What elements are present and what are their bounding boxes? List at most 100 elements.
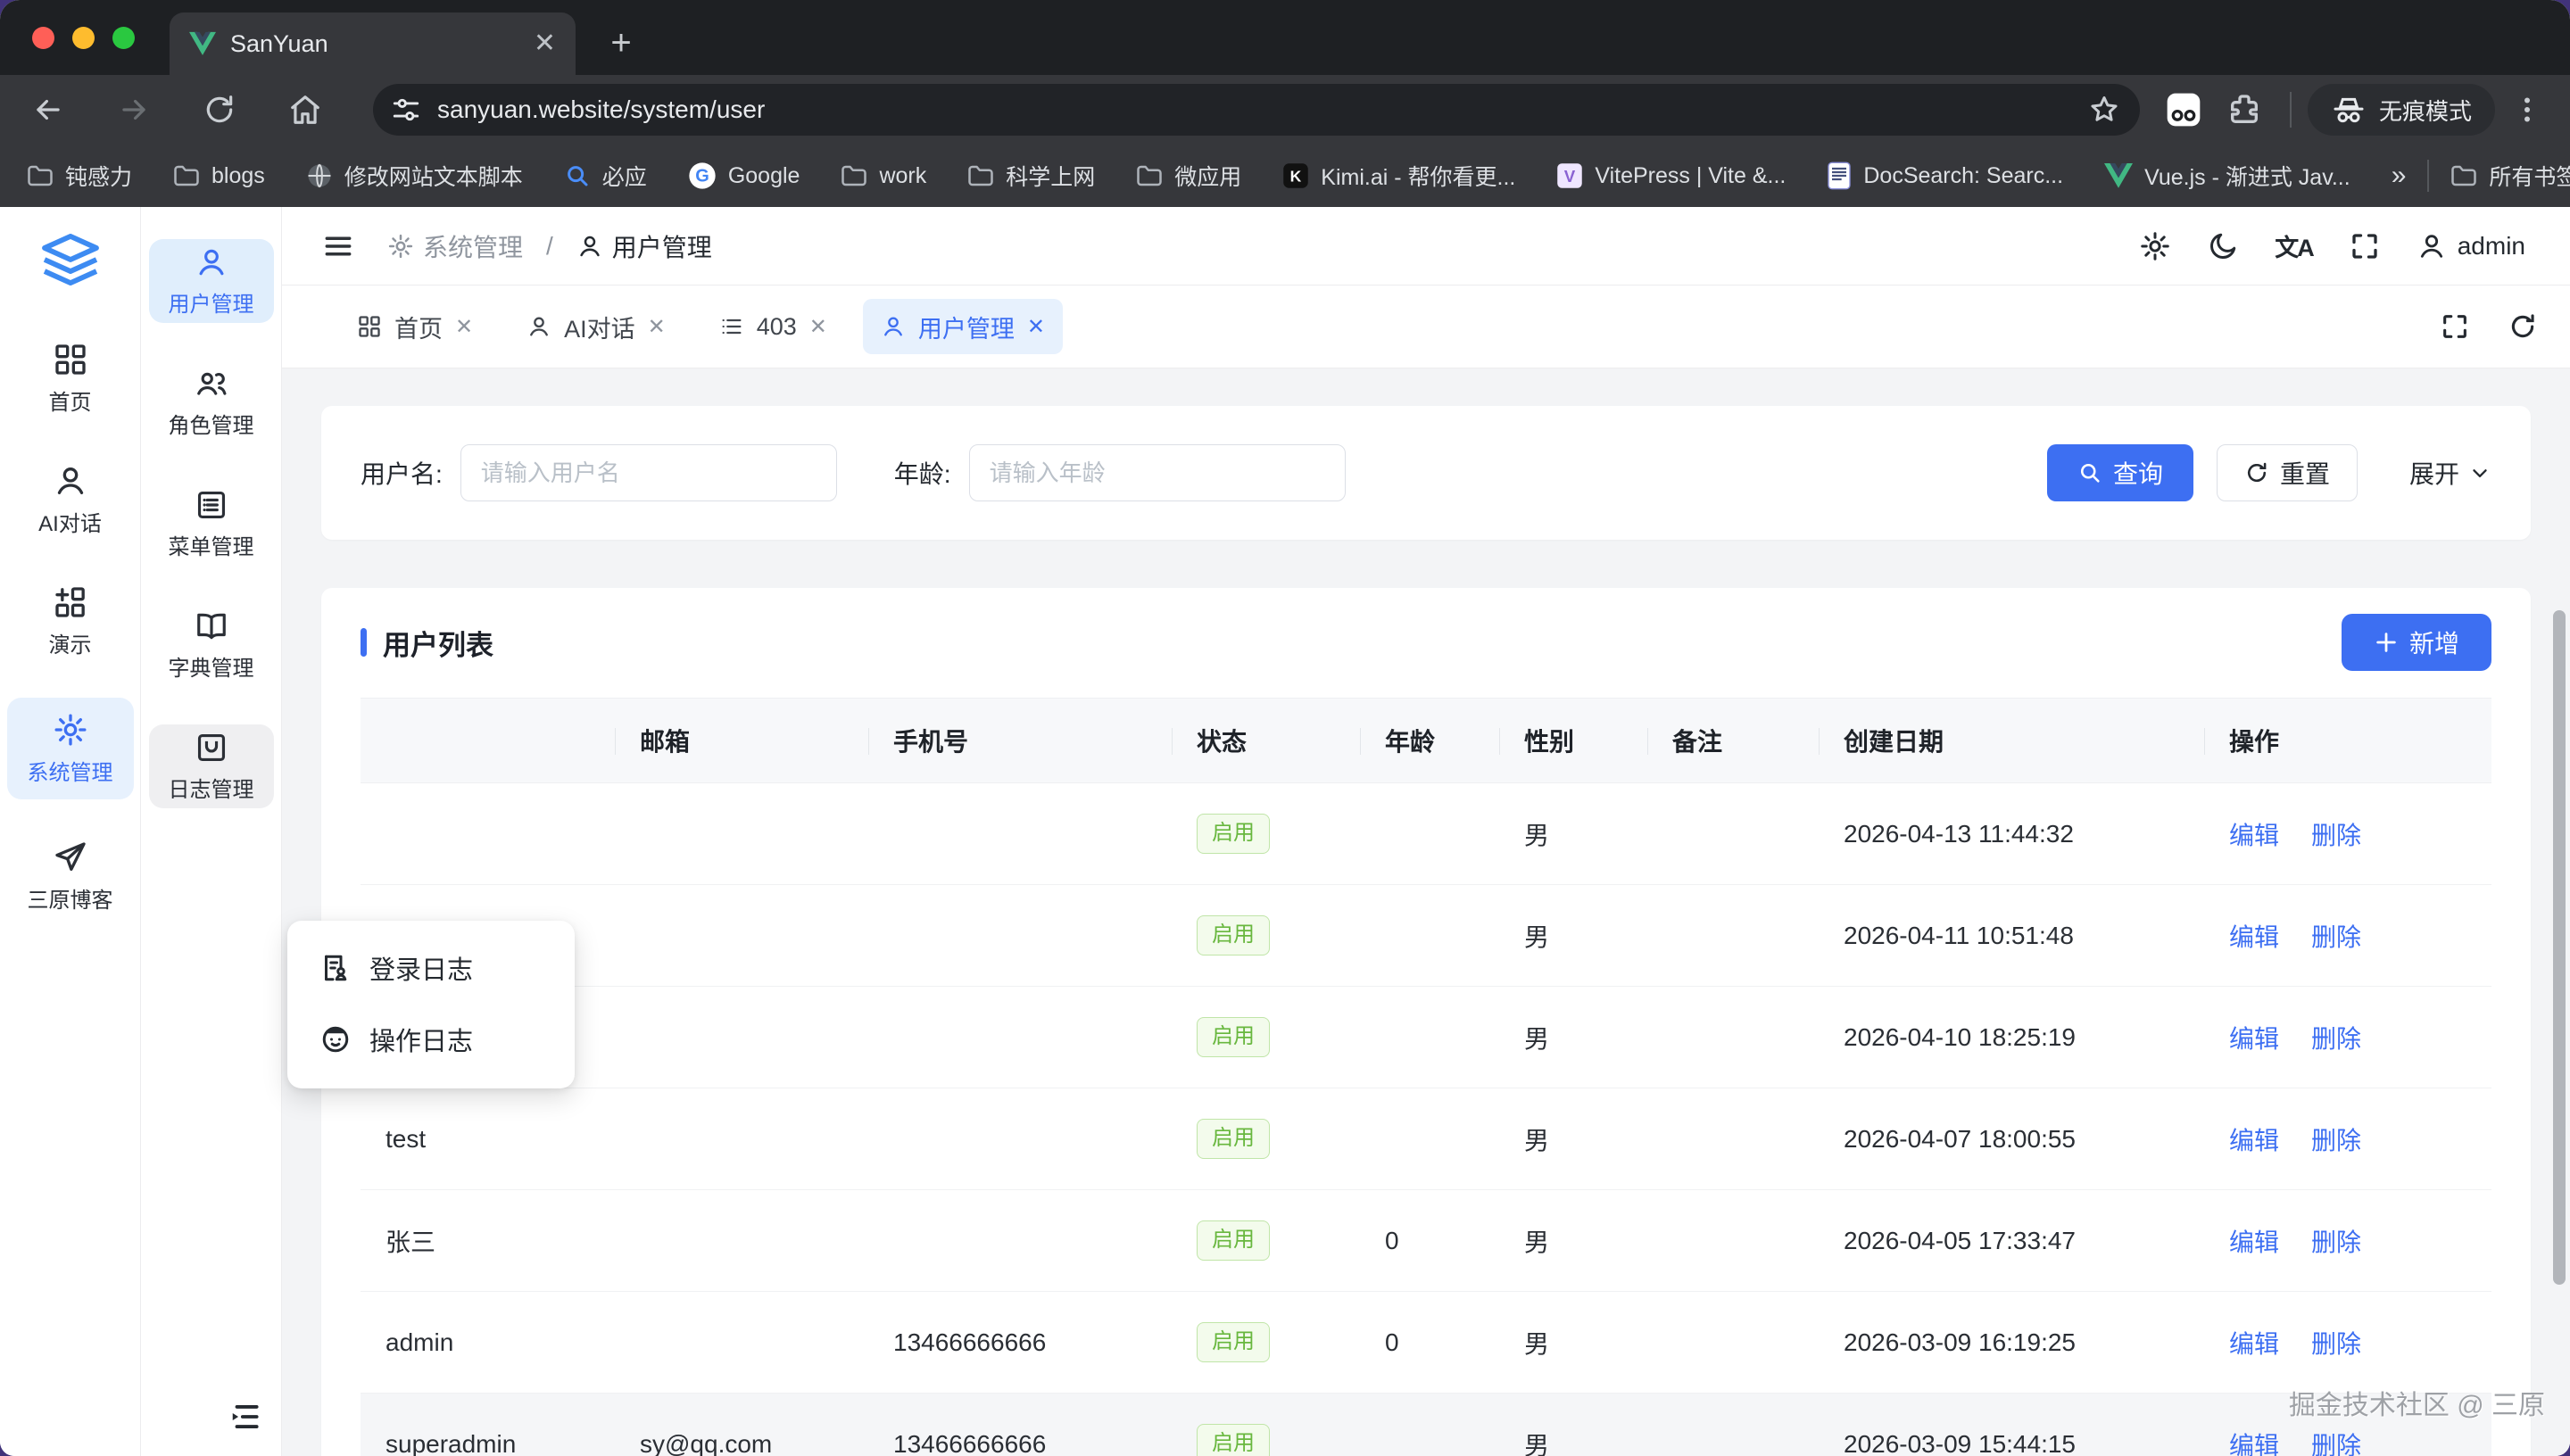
rail-item-home[interactable]: 首页 — [7, 334, 134, 423]
bookmark-item[interactable]: work — [841, 163, 926, 189]
bookmark-item[interactable]: 钝感力 — [27, 160, 132, 192]
breadcrumb-current-label: 用户管理 — [612, 228, 712, 264]
edit-link[interactable]: 编辑 — [2229, 1020, 2279, 1055]
bookmark-item[interactable]: Vue.js - 渐进式 Jav... — [2104, 160, 2350, 192]
delete-link[interactable]: 删除 — [2311, 1020, 2361, 1055]
edit-link[interactable]: 编辑 — [2229, 1223, 2279, 1259]
edit-link[interactable]: 编辑 — [2229, 1427, 2279, 1456]
menu-unfold-icon[interactable] — [226, 1397, 265, 1436]
content-fullscreen-icon[interactable] — [2440, 311, 2470, 342]
edit-link[interactable]: 编辑 — [2229, 918, 2279, 954]
edit-link[interactable]: 编辑 — [2229, 816, 2279, 852]
minimize-window-button[interactable] — [72, 27, 95, 49]
tab-chip-403[interactable]: 403 ✕ — [701, 299, 845, 354]
menu-item-login-log[interactable]: 登录日志 — [319, 939, 575, 997]
page-scrollbar-thumb[interactable] — [2553, 610, 2566, 1285]
breadcrumb-parent-label: 系统管理 — [423, 228, 523, 264]
url-text[interactable]: sanyuan.website/system/user — [437, 95, 2072, 124]
search-button[interactable]: 查询 — [2047, 444, 2193, 501]
sidebar-item-dicts[interactable]: 字典管理 — [149, 603, 274, 687]
tab-chip-users[interactable]: 用户管理 ✕ — [863, 299, 1063, 354]
browser-menu-icon[interactable] — [2511, 94, 2543, 126]
rail-item-system[interactable]: 系统管理 — [7, 698, 134, 799]
table-row: 张三 启用 0 男 2026-04-05 17:33:47 编辑删除 — [361, 1190, 2491, 1292]
site-settings-icon[interactable] — [391, 95, 421, 125]
bookmark-item[interactable]: 修改网站文本脚本 — [306, 160, 523, 192]
delete-link[interactable]: 删除 — [2311, 918, 2361, 954]
plus-icon — [2374, 630, 2399, 655]
user-menu[interactable]: admin — [2417, 231, 2525, 261]
username-filter-input[interactable] — [460, 444, 837, 501]
col-header-age: 年龄 — [1360, 699, 1499, 782]
tab-chip-label: AI对话 — [564, 310, 635, 344]
menu-item-operation-log[interactable]: 操作日志 — [319, 1010, 575, 1069]
rail-item-demo[interactable]: 演示 — [7, 576, 134, 666]
breadcrumb: 系统管理 / 用户管理 — [387, 228, 712, 264]
sidebar-item-menus[interactable]: 菜单管理 — [149, 482, 274, 566]
tab-chip-ai-chat[interactable]: AI对话 ✕ — [509, 299, 684, 354]
rail-item-blog[interactable]: 三原博客 — [7, 831, 134, 921]
expand-toggle[interactable]: 展开 — [2409, 455, 2491, 491]
close-window-button[interactable] — [32, 27, 54, 49]
panel-title: 用户列表 — [383, 623, 493, 663]
breadcrumb-parent[interactable]: 系统管理 — [387, 228, 523, 264]
fullscreen-icon[interactable] — [2349, 230, 2381, 262]
col-header-gender: 性别 — [1499, 699, 1647, 782]
bookmark-item[interactable]: V VitePress | Vite &... — [1556, 162, 1786, 189]
tab-chip-label: 403 — [757, 313, 797, 341]
tab-close-icon[interactable]: ✕ — [534, 30, 556, 57]
bookmark-item[interactable]: 必应 — [564, 160, 647, 192]
hamburger-icon[interactable] — [321, 229, 355, 263]
back-icon[interactable] — [30, 92, 66, 128]
folder-icon — [841, 164, 867, 187]
sidebar-item-roles[interactable]: 角色管理 — [149, 360, 274, 444]
browser-tab[interactable]: SanYuan ✕ — [170, 12, 576, 75]
bookmark-item[interactable]: 微应用 — [1136, 160, 1241, 192]
close-icon[interactable]: ✕ — [1027, 314, 1045, 340]
add-user-button[interactable]: 新增 — [2342, 614, 2491, 671]
sidebar-item-logs[interactable]: 日志管理 — [149, 724, 274, 808]
close-icon[interactable]: ✕ — [809, 314, 827, 340]
reload-icon[interactable] — [202, 92, 237, 128]
cell-gender: 男 — [1499, 1223, 1647, 1259]
close-icon[interactable]: ✕ — [455, 314, 473, 340]
bookmark-item[interactable]: 科学上网 — [967, 160, 1095, 192]
new-tab-button[interactable]: + — [600, 21, 642, 64]
all-bookmarks-button[interactable]: 所有书签 — [2450, 160, 2570, 192]
extensions-puzzle-icon[interactable] — [2224, 89, 2265, 130]
rail-item-ai-chat[interactable]: AI对话 — [7, 455, 134, 544]
bookmarks-overflow-icon[interactable]: » — [2392, 161, 2407, 191]
settings-gear-icon[interactable] — [2139, 230, 2171, 262]
sidebar-item-users[interactable]: 用户管理 — [149, 239, 274, 323]
pinned-extension-icon[interactable] — [2163, 89, 2204, 130]
refresh-icon[interactable] — [2508, 311, 2538, 342]
home-icon[interactable] — [287, 92, 323, 128]
delete-link[interactable]: 删除 — [2311, 1223, 2361, 1259]
zoom-window-button[interactable] — [112, 27, 135, 49]
bookmark-item[interactable]: DocSearch: Searc... — [1827, 161, 2063, 190]
delete-link[interactable]: 删除 — [2311, 1325, 2361, 1361]
close-icon[interactable]: ✕ — [648, 314, 666, 340]
delete-link[interactable]: 删除 — [2311, 816, 2361, 852]
edit-link[interactable]: 编辑 — [2229, 1121, 2279, 1157]
edit-link[interactable]: 编辑 — [2229, 1325, 2279, 1361]
forward-icon[interactable] — [116, 92, 152, 128]
accent-bar — [361, 628, 367, 657]
tab-title: SanYuan — [230, 30, 519, 58]
address-bar[interactable]: sanyuan.website/system/user — [373, 84, 2140, 136]
table-row: superadmin sy@qq.com 13466666666 启用 男 20… — [361, 1394, 2491, 1456]
reset-button[interactable]: 重置 — [2217, 444, 2358, 501]
app-logo-icon[interactable] — [31, 232, 110, 287]
tab-chip-home[interactable]: 首页 ✕ — [339, 299, 491, 354]
delete-link[interactable]: 删除 — [2311, 1427, 2361, 1456]
bookmark-item[interactable]: K Kimi.ai - 帮你看更... — [1282, 160, 1515, 192]
rail-item-label: AI对话 — [38, 506, 102, 537]
bookmark-item[interactable]: G Google — [688, 161, 800, 190]
bookmark-star-icon[interactable] — [2088, 94, 2120, 126]
translate-icon[interactable]: 文A — [2275, 228, 2313, 263]
age-filter-input[interactable] — [969, 444, 1346, 501]
dark-mode-moon-icon[interactable] — [2207, 230, 2239, 262]
bookmark-item[interactable]: blogs — [173, 163, 265, 189]
browser-tabstrip: SanYuan ✕ + — [0, 0, 2570, 75]
delete-link[interactable]: 删除 — [2311, 1121, 2361, 1157]
